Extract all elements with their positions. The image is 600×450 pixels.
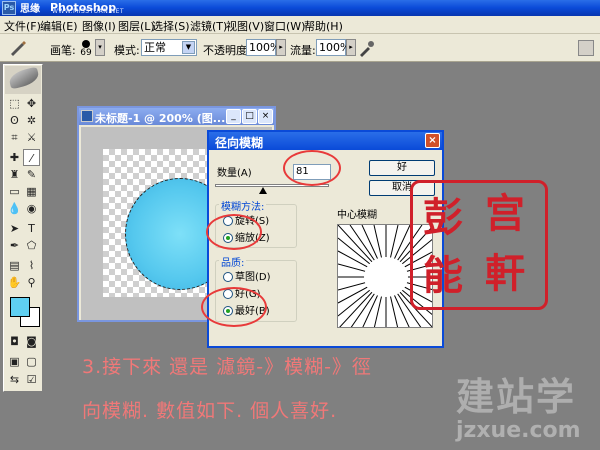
mode-select[interactable]: 正常 ▼ <box>141 39 197 56</box>
feather-logo-icon <box>7 66 41 90</box>
close-icon[interactable]: × <box>258 109 273 124</box>
lasso-tool-icon[interactable]: ʘ <box>6 112 23 129</box>
gradient-tool-icon[interactable]: ▦ <box>23 183 40 200</box>
menu-help[interactable]: 帮助(H) <box>304 18 343 34</box>
foreground-color-swatch[interactable] <box>10 297 30 317</box>
best-quality-highlight-oval <box>201 287 267 327</box>
toolbox: ⬚ ✥ ʘ ✲ ⌗ ⚔ ✚ ⁄ ♜ ✎ ▭ ▦ 💧 ◉ ➤ T ✒ ⬠ ▤ ⌇ … <box>3 64 43 392</box>
seal-char-3: 能 <box>423 252 463 299</box>
toolbox-header <box>5 66 41 94</box>
seal-char-1: 彭 <box>423 194 463 241</box>
mode-value: 正常 <box>144 41 166 54</box>
pen-tool-icon[interactable]: ✒ <box>6 237 23 254</box>
opacity-input[interactable]: 100% <box>246 39 280 56</box>
opacity-label: 不透明度: <box>203 44 251 57</box>
menu-edit[interactable]: 编辑(E) <box>40 18 78 34</box>
move-tool-icon[interactable]: ✥ <box>23 95 40 112</box>
menu-window[interactable]: 窗口(W) <box>264 18 305 34</box>
edit-in-imageready-icon[interactable]: ☑ <box>23 371 40 388</box>
jump-to-imageready-icon[interactable]: ⇆ <box>6 371 23 388</box>
palette-well-icon[interactable] <box>578 40 594 56</box>
watermark-url: jzxue.com <box>456 418 581 443</box>
blur-tool-icon[interactable]: 💧 <box>6 200 23 217</box>
flow-input[interactable]: 100% <box>316 39 350 56</box>
full-screen-mode-icon[interactable]: ▢ <box>23 353 40 370</box>
options-bar: 画笔: 69 ▾ 模式: 正常 ▼ 不透明度: 100% ▸ 流量: 100% … <box>0 34 600 62</box>
menu-file[interactable]: 文件(F) <box>4 18 41 34</box>
red-seal-stamp: 彭 宫 能 軒 <box>410 180 548 310</box>
brush-preset-picker[interactable]: 69 <box>78 39 94 59</box>
seal-char-2: 宫 <box>485 190 525 237</box>
notes-tool-icon[interactable]: ▤ <box>6 257 23 274</box>
dialog-title-bar[interactable]: 径向模糊 × <box>209 132 442 150</box>
watermark-brand: 建站学 <box>456 375 577 419</box>
marquee-tool-icon[interactable]: ⬚ <box>6 95 23 112</box>
menu-filter[interactable]: 滤镜(T) <box>190 18 227 34</box>
maximize-icon[interactable]: □ <box>242 109 257 124</box>
quality-title: 品质: <box>219 254 247 269</box>
screen-mode-icon[interactable]: ▣ <box>6 353 23 370</box>
document-title: 未标题-1 @ 200% (图... <box>95 112 226 125</box>
flow-label: 流量: <box>290 44 316 57</box>
radio-button-icon <box>223 272 233 282</box>
eyedropper-tool-icon[interactable]: ⌇ <box>23 257 40 274</box>
caption-line-2: 向模糊. 數值如下. 個人喜好. <box>82 400 338 422</box>
brush-label: 画笔: <box>50 44 76 57</box>
standard-mode-icon[interactable]: ◘ <box>6 333 23 350</box>
dialog-title: 径向模糊 <box>215 136 264 150</box>
history-brush-tool-icon[interactable]: ✎ <box>23 166 40 183</box>
crop-tool-icon[interactable]: ⌗ <box>6 129 23 146</box>
quality-draft-radio[interactable]: 草图(D) <box>223 268 271 283</box>
document-title-bar[interactable]: 未标题-1 @ 200% (图... _ □ × <box>79 108 274 125</box>
magic-wand-tool-icon[interactable]: ✲ <box>23 112 40 129</box>
opacity-slider-arrow-icon[interactable]: ▸ <box>276 39 286 56</box>
shape-tool-icon[interactable]: ⬠ <box>23 237 40 254</box>
blur-method-title: 模糊方法: <box>219 198 267 213</box>
path-selection-tool-icon[interactable]: ➤ <box>6 220 23 237</box>
seal-char-4: 軒 <box>485 250 525 297</box>
brush-size-value: 69 <box>80 48 92 58</box>
mode-label: 模式: <box>114 44 140 57</box>
menu-bar: 文件(F) 编辑(E) 图像(I) 图层(L) 选择(S) 滤镜(T) 视图(V… <box>0 16 600 34</box>
menu-view[interactable]: 视图(V) <box>226 18 264 34</box>
watermark-site-name: 思缘 <box>20 4 40 15</box>
dialog-close-icon[interactable]: × <box>425 133 440 148</box>
amount-slider-thumb[interactable] <box>259 187 267 194</box>
quick-mask-mode-icon[interactable]: ◙ <box>23 333 40 350</box>
zoom-highlight-oval <box>206 214 262 250</box>
app-title-bar: Ps 思缘 Photoshop WWW.MISSYUAN.NET <box>0 0 600 16</box>
document-icon <box>81 110 93 122</box>
quality-draft-label: 草图(D) <box>235 272 271 283</box>
eraser-tool-icon[interactable]: ▭ <box>6 183 23 200</box>
watermark-site-url: WWW.MISSYUAN.NET <box>52 8 125 15</box>
caption-line-1: 3.接下來 還是 濾鏡-》模糊-》徑 <box>82 356 372 378</box>
slice-tool-icon[interactable]: ⚔ <box>23 129 40 146</box>
chevron-down-icon: ▼ <box>182 41 195 54</box>
airbrush-icon[interactable] <box>358 39 376 57</box>
brush-picker-arrow-icon[interactable]: ▾ <box>95 39 105 56</box>
photoshop-logo-icon: Ps <box>2 1 16 15</box>
amount-label: 数量(A) <box>217 168 252 179</box>
menu-image[interactable]: 图像(I) <box>82 18 116 34</box>
dodge-tool-icon[interactable]: ◉ <box>23 200 40 217</box>
menu-select[interactable]: 选择(S) <box>152 18 190 34</box>
blur-center-label: 中心模糊 <box>337 210 377 221</box>
ok-button[interactable]: 好 <box>369 160 435 176</box>
clone-stamp-tool-icon[interactable]: ♜ <box>6 166 23 183</box>
healing-brush-tool-icon[interactable]: ✚ <box>6 149 23 166</box>
zoom-tool-icon[interactable]: ⚲ <box>23 274 40 291</box>
amount-highlight-oval <box>283 150 341 186</box>
flow-slider-arrow-icon[interactable]: ▸ <box>346 39 356 56</box>
minimize-icon[interactable]: _ <box>226 109 241 124</box>
type-tool-icon[interactable]: T <box>23 220 40 237</box>
brush-tip-icon <box>82 40 90 48</box>
brush-tool-selected-icon[interactable]: ⁄ <box>23 149 40 166</box>
hand-tool-icon[interactable]: ✋ <box>6 274 23 291</box>
menu-layer[interactable]: 图层(L) <box>118 18 155 34</box>
brush-tool-icon[interactable] <box>8 39 28 57</box>
